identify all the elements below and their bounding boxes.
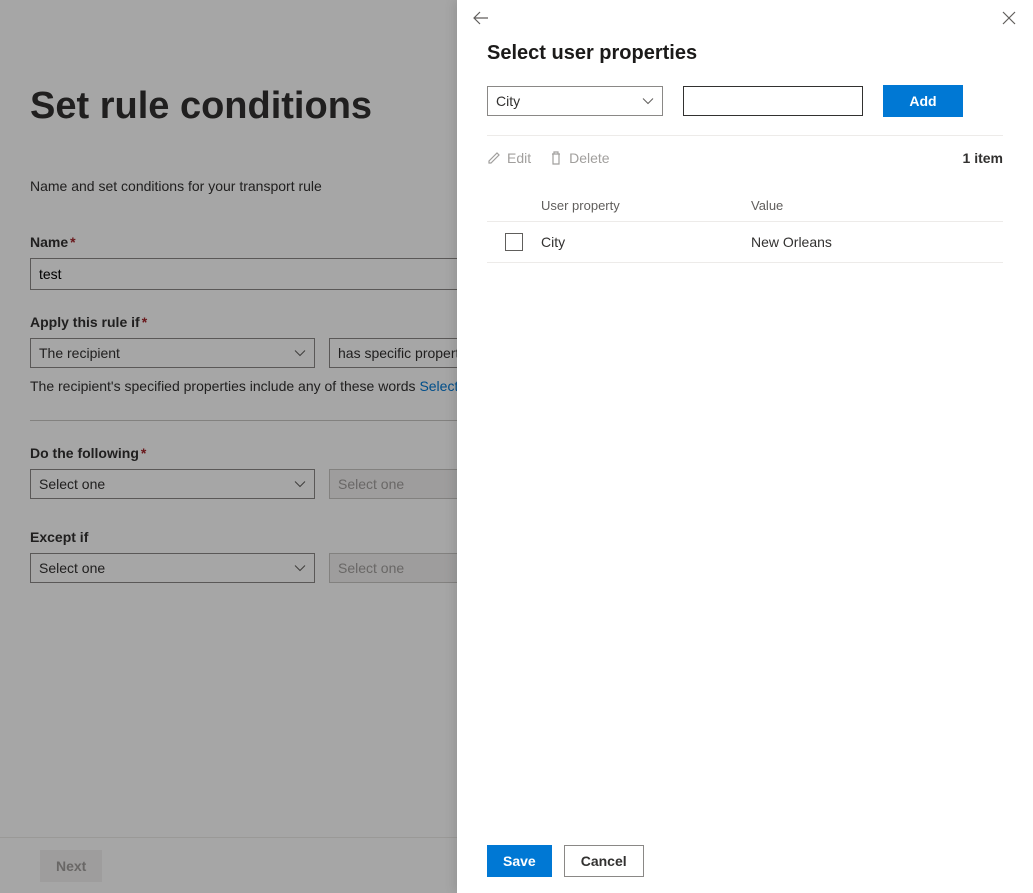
column-header-value: Value <box>751 198 1003 213</box>
item-count: 1 item <box>963 150 1003 166</box>
edit-label: Edit <box>507 150 531 166</box>
back-button[interactable] <box>469 6 493 30</box>
property-type-value: City <box>496 93 520 109</box>
panel-header-icons <box>457 0 1033 36</box>
panel-footer: Save Cancel <box>457 829 1033 893</box>
edit-button: Edit <box>487 150 531 166</box>
row-checkbox[interactable] <box>505 233 523 251</box>
panel-content: Select user properties City Add Edit <box>457 36 1033 829</box>
panel-toolbar: Edit Delete 1 item <box>487 150 1003 166</box>
delete-label: Delete <box>569 150 609 166</box>
toolbar-actions: Edit Delete <box>487 150 610 166</box>
panel-title: Select user properties <box>487 42 1003 65</box>
close-icon <box>1002 11 1016 25</box>
column-header-property: User property <box>541 198 751 213</box>
cancel-button[interactable]: Cancel <box>564 845 644 877</box>
select-user-properties-panel: Select user properties City Add Edit <box>457 0 1033 893</box>
table-header: User property Value <box>487 190 1003 221</box>
row-value-cell: New Orleans <box>751 234 1003 250</box>
property-value-input[interactable] <box>683 86 863 116</box>
save-button[interactable]: Save <box>487 845 552 877</box>
delete-button: Delete <box>549 150 609 166</box>
add-button[interactable]: Add <box>883 85 963 117</box>
row-property-cell: City <box>541 234 751 250</box>
chevron-down-icon <box>642 95 654 107</box>
panel-divider <box>487 135 1003 136</box>
property-type-select[interactable]: City <box>487 86 663 116</box>
property-add-row: City Add <box>487 85 1003 117</box>
edit-icon <box>487 151 501 165</box>
arrow-left-icon <box>473 10 489 26</box>
trash-icon <box>549 151 563 165</box>
close-button[interactable] <box>997 6 1021 30</box>
table-row[interactable]: City New Orleans <box>487 221 1003 263</box>
row-checkbox-cell <box>487 233 541 251</box>
